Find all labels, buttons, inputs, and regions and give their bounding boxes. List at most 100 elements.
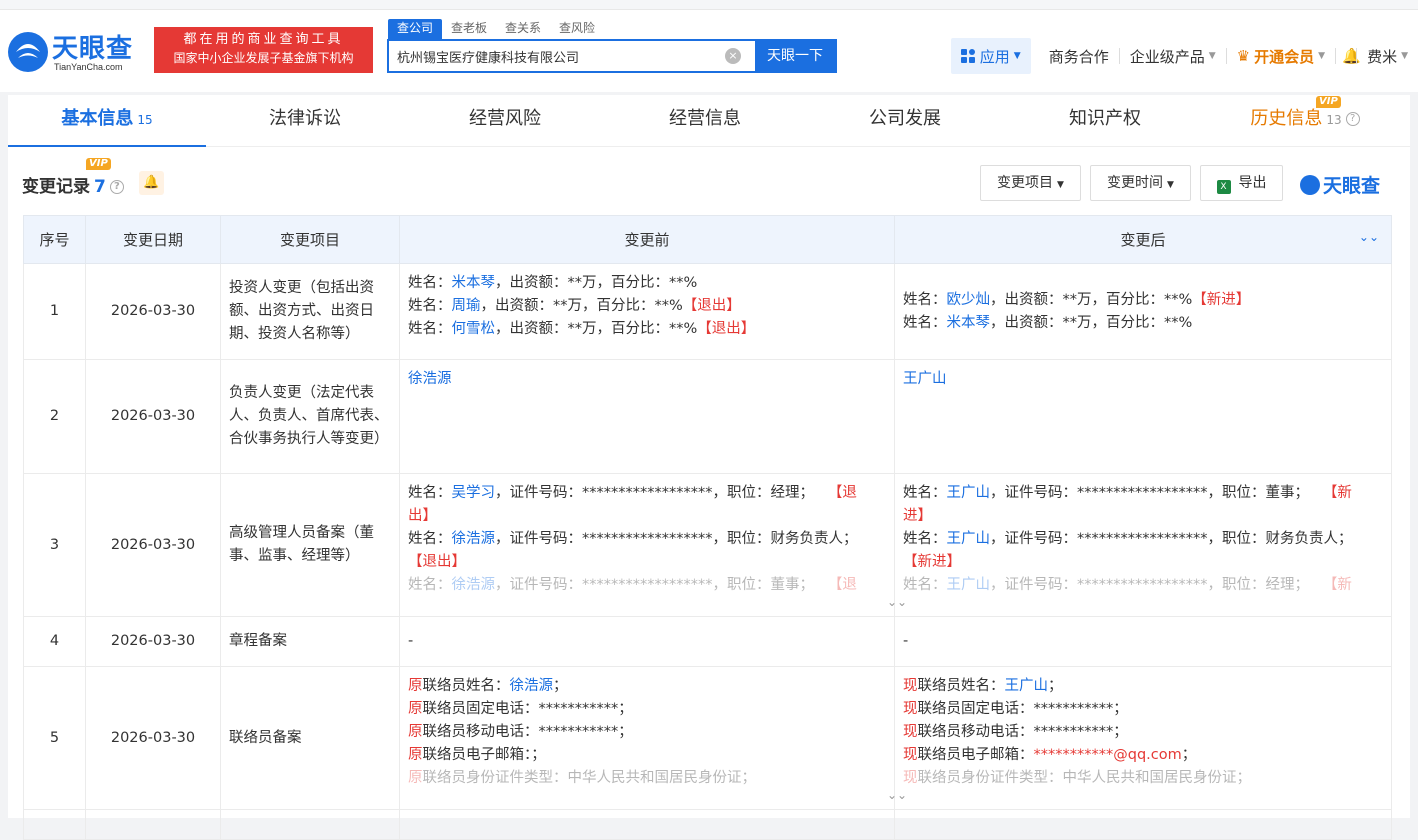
before-cell: 原联络员姓名：徐浩源； 原联络员固定电话：***********； 原联络员移动… — [399, 666, 895, 810]
search-input[interactable] — [389, 41, 725, 71]
tab-development[interactable]: 公司发展 — [806, 95, 1004, 147]
table-header-row: 序号 变更日期 变更项目 变更前 变更后 ⌄⌄ — [23, 215, 1392, 264]
table-row: 4 2026-03-30 章程备案 - - — [23, 616, 1392, 667]
help-icon[interactable]: ? — [109, 180, 124, 194]
nav-vip-label: 开通会员 — [1254, 47, 1315, 66]
nav-enterprise-label: 企业级产品 — [1129, 47, 1205, 66]
after-cell: 现联络员姓名：王广山； 现联络员固定电话：***********； 现联络员移动… — [887, 666, 1392, 810]
row-item: 负责人变更（法定代表人、负责人、首席代表、合伙事务执行人等变更） — [220, 359, 400, 474]
investor-line: 姓名：欧少灿，出资额：**万，百分比：**%【新进】 — [903, 289, 1383, 312]
detail: 联络员移动电话：***********； — [422, 724, 633, 740]
person-link[interactable]: 欧少灿 — [947, 292, 991, 308]
section-title-text: 变更记录 — [22, 177, 90, 197]
tab-risk[interactable]: 经营风险 — [406, 95, 604, 147]
search-tab-relation[interactable]: 查关系 — [496, 19, 550, 39]
tab-history[interactable]: 历史信息 13? — [1206, 95, 1404, 147]
person-link[interactable]: 徐浩源 — [408, 371, 452, 387]
tab-label: 历史信息 — [1250, 108, 1323, 129]
col-header[interactable]: 变更日期 — [85, 215, 221, 264]
tab-ip[interactable]: 知识产权 — [1006, 95, 1204, 147]
label: 姓名： — [408, 577, 452, 593]
person-link[interactable]: 王广山 — [947, 531, 991, 547]
change-records-table: 序号 变更日期 变更项目 变更前 变更后 ⌄⌄ 1 2026-03-30 投资人变… — [23, 215, 1392, 840]
person-link[interactable]: 王广山 — [903, 371, 947, 387]
label: 姓名： — [408, 298, 452, 314]
search-tab-company[interactable]: 查公司 — [388, 19, 443, 39]
exit-tag: 【退 — [827, 577, 857, 593]
detail: 联络员身份证件类型：中华人民共和国居民身份证； — [422, 770, 757, 786]
brand-text: 天眼查 — [1323, 175, 1381, 197]
liaison-line: 现联络员姓名：王广山； — [903, 675, 1383, 698]
nav-enterprise[interactable]: 企业级产品 ▼ — [1120, 46, 1226, 67]
person-link[interactable]: 徐浩源 — [510, 678, 554, 694]
row-number: 5 — [23, 666, 86, 810]
excel-icon: X — [1216, 180, 1231, 194]
expand-chevron-icon[interactable]: ⌄⌄ — [887, 591, 907, 614]
tab-basic-info[interactable]: 基本信息 15 — [8, 95, 206, 147]
liaison-line: 现联络员身份证件类型：中华人民共和国居民身份证； — [903, 767, 1383, 790]
label: 姓名： — [408, 275, 452, 291]
row-date: 2026-03-30 — [85, 263, 221, 360]
row-item: 投资人变更（包括出资额、出资方式、出资日期、投资人名称等） — [220, 263, 400, 360]
before-cell: 姓名：米本琴，出资额：**万，百分比：**% 姓名：周瑜，出资额：**万，百分比… — [399, 263, 895, 360]
apps-button[interactable]: 应用 ▼ — [950, 38, 1031, 74]
search-tab-risk[interactable]: 查风险 — [550, 19, 604, 39]
col-header: 变更后 ⌄⌄ — [894, 215, 1392, 264]
help-icon[interactable]: ? — [1345, 112, 1360, 126]
row-number — [23, 809, 86, 840]
tab-label: 基本信息 — [61, 108, 134, 129]
user-menu[interactable]: 费米 ▼ — [1357, 46, 1418, 67]
notification-bell-icon[interactable]: 🔔 — [1336, 47, 1361, 65]
person-link[interactable]: 王广山 — [1005, 678, 1049, 694]
collapse-all-icon[interactable]: ⌄⌄ — [1359, 230, 1379, 244]
tab-count: 13 — [1326, 113, 1342, 127]
logo-domain: TianYanCha.com — [54, 62, 123, 72]
detail: 联络员固定电话：***********； — [917, 701, 1128, 717]
person-link[interactable]: 王广山 — [947, 577, 991, 593]
tianyancha-logo[interactable]: 天眼查 TianYanCha.com — [6, 28, 151, 78]
promo-banner[interactable]: 都在用的商业查询工具 国家中小企业发展子基金旗下机构 — [154, 27, 373, 73]
nav-business[interactable]: 商务合作 — [1039, 46, 1119, 67]
main-tabs: 基本信息 15 法律诉讼 经营风险 经营信息 公司发展 知识产权 历史信息 13? … — [8, 95, 1410, 147]
prefix: 原 — [408, 770, 423, 786]
filter-change-time[interactable]: 变更时间 ▼ — [1090, 165, 1191, 201]
person-link[interactable]: 王广山 — [947, 485, 991, 501]
grid-icon — [960, 49, 975, 63]
person-link[interactable]: 吴学习 — [452, 485, 496, 501]
export-button[interactable]: X 导出 — [1200, 165, 1283, 201]
person-link[interactable]: 徐浩源 — [452, 577, 496, 593]
person-link[interactable]: 米本琴 — [452, 275, 496, 291]
search-type-tabs: 查公司 查老板 查关系 查风险 — [388, 19, 604, 39]
tab-legal[interactable]: 法律诉讼 — [206, 95, 404, 147]
col-header: 变更项目 — [220, 215, 400, 264]
semi: ； — [1048, 678, 1063, 694]
exit-tag: 【退出】 — [682, 298, 741, 314]
prefix: 现 — [903, 701, 918, 717]
nav-vip[interactable]: ♛ 开通会员 ▼ — [1227, 46, 1335, 67]
person-link[interactable]: 周瑜 — [452, 298, 481, 314]
header-nav: 应用 ▼ 商务合作 企业级产品 ▼ ♛ 开通会员 ▼ 🔔 费米 ▼ — [950, 38, 1418, 74]
content-card: 基本信息 15 法律诉讼 经营风险 经营信息 公司发展 知识产权 历史信息 13? … — [8, 95, 1410, 840]
exit-tag: 【退出】 — [408, 554, 466, 570]
search-button[interactable]: 天眼一下 — [755, 41, 835, 71]
filter-change-item[interactable]: 变更项目 ▼ — [980, 165, 1081, 201]
tab-operation[interactable]: 经营信息 — [606, 95, 804, 147]
clear-icon[interactable]: × — [725, 48, 741, 64]
detail: ，出资额：**万，百分比：**% — [495, 275, 698, 291]
table-row: 5 2026-03-30 联络员备案 原联络员姓名：徐浩源； 原联络员固定电话：… — [23, 666, 1392, 810]
filter-label: 变更项目 — [997, 175, 1054, 191]
detail: ，证件号码：******************，职位：经理； — [990, 577, 1309, 593]
person-link[interactable]: 何雪松 — [452, 321, 496, 337]
table-row: 2 2026-03-30 负责人变更（法定代表人、负责人、首席代表、合伙事务执行… — [23, 359, 1392, 474]
label: 联络员电子邮箱： — [917, 747, 1034, 763]
monitor-bell-icon[interactable]: 🔔 — [139, 171, 164, 195]
cell-content: 姓名：吴学习，证件号码：******************，职位：经理； 【退… — [408, 482, 886, 598]
label: 姓名： — [408, 531, 452, 547]
row-number: 2 — [23, 359, 86, 474]
filter-label: 变更时间 — [1107, 175, 1164, 191]
person-link[interactable]: 徐浩源 — [452, 531, 496, 547]
cell-content: 原联络员姓名：徐浩源； 原联络员固定电话：***********； 原联络员移动… — [408, 675, 886, 791]
expand-chevron-icon[interactable]: ⌄⌄ — [887, 784, 907, 807]
search-tab-boss[interactable]: 查老板 — [442, 19, 496, 39]
person-link[interactable]: 米本琴 — [947, 315, 991, 331]
